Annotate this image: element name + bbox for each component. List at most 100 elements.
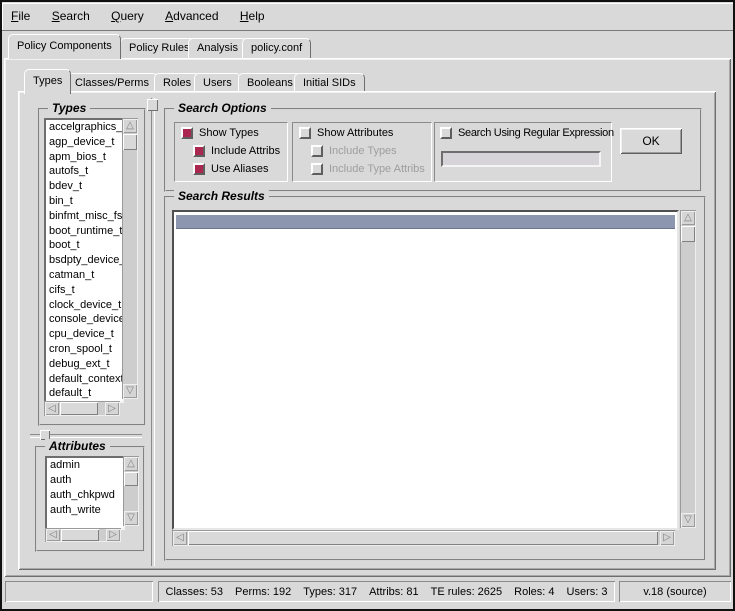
scroll-down-icon[interactable]: ▽: [124, 511, 138, 525]
results-horizontal-scrollbar[interactable]: ◁ ▷: [172, 530, 675, 546]
include-type-attribs-checkbox: Include Type Attribs: [311, 163, 425, 175]
checkbox-checked-icon: [181, 127, 193, 139]
menu-advanced-label: A: [165, 9, 173, 23]
types-list-item[interactable]: console_device: [46, 312, 122, 327]
attributes-horizontal-scrollbar[interactable]: ◁ ▷: [45, 528, 121, 542]
use-aliases-label: Use Aliases: [211, 163, 268, 175]
scrollbar-thumb[interactable]: [188, 531, 658, 545]
include-attribs-checkbox[interactable]: Include Attribs: [193, 145, 280, 157]
menu-search[interactable]: Search: [43, 3, 99, 30]
checkbox-unchecked-icon: [299, 127, 311, 139]
scroll-down-icon[interactable]: ▽: [123, 384, 137, 398]
types-vertical-scrollbar[interactable]: △ ▽: [122, 118, 138, 399]
menu-query-label-rest: uery: [120, 9, 143, 23]
types-list-item[interactable]: debug_ext_t: [46, 357, 122, 372]
show-attributes-checkbox[interactable]: Show Attributes: [299, 127, 393, 139]
scrollbar-thumb[interactable]: [681, 226, 695, 242]
scroll-up-icon[interactable]: △: [123, 119, 137, 133]
menu-help[interactable]: Help: [231, 3, 274, 30]
regex-label: Search Using Regular Expression: [458, 127, 614, 139]
results-selected-line: [176, 215, 675, 228]
scrollbar-thumb[interactable]: [123, 134, 137, 150]
tab-types[interactable]: Types: [24, 69, 71, 94]
scrollbar-thumb[interactable]: [61, 529, 99, 541]
use-aliases-checkbox[interactable]: Use Aliases: [193, 163, 268, 175]
stat-attribs: Attribs: 81: [369, 586, 419, 598]
include-types-label: Include Types: [329, 145, 397, 157]
apol-window: File Search Query Advanced Help Policy C…: [0, 0, 735, 611]
regex-options-box: Search Using Regular Expression: [434, 122, 612, 182]
stat-perms: Perms: 192: [235, 586, 291, 598]
menu-search-label: S: [52, 9, 60, 23]
scroll-left-icon[interactable]: ◁: [46, 529, 60, 541]
show-attributes-options-box: Show Attributes Include Types Include Ty…: [292, 122, 432, 182]
attributes-list-item[interactable]: admin: [47, 458, 123, 473]
tab-policy-rules[interactable]: Policy Rules: [120, 38, 199, 59]
regex-entry: [441, 151, 601, 167]
scrollbar-thumb[interactable]: [60, 402, 98, 415]
sash-handle[interactable]: [147, 99, 158, 111]
attributes-listbox[interactable]: admin auth auth_chkpwd auth_write: [45, 456, 125, 530]
attributes-vertical-scrollbar[interactable]: △ ▽: [123, 456, 139, 526]
include-types-checkbox: Include Types: [311, 145, 397, 157]
menu-help-label-rest: elp: [249, 9, 265, 23]
checkbox-unchecked-icon: [440, 127, 452, 139]
types-list-item[interactable]: catman_t: [46, 268, 122, 283]
tab-analysis[interactable]: Analysis: [188, 38, 247, 59]
show-types-checkbox[interactable]: Show Types: [181, 127, 259, 139]
menu-advanced[interactable]: Advanced: [156, 3, 227, 30]
ok-button[interactable]: OK: [620, 128, 682, 154]
search-results-groupbox: Search Results △ ▽ ◁ ▷: [164, 196, 706, 561]
status-version-panel: v.18 (source): [619, 581, 731, 602]
types-list-item[interactable]: cifs_t: [46, 283, 122, 298]
types-list-item[interactable]: bsdpty_device_: [46, 253, 122, 268]
scroll-left-icon[interactable]: ◁: [173, 531, 187, 545]
scroll-right-icon[interactable]: ▷: [105, 402, 119, 415]
attributes-list-item[interactable]: auth: [47, 473, 123, 488]
types-listbox[interactable]: accelgraphics_e agp_device_t apm_bios_t …: [44, 118, 124, 403]
types-list-item[interactable]: clock_device_t: [46, 298, 122, 313]
stat-roles: Roles: 4: [514, 586, 554, 598]
checkbox-unchecked-icon: [311, 163, 323, 175]
types-list-item[interactable]: boot_t: [46, 238, 122, 253]
types-list-item[interactable]: accelgraphics_e: [46, 120, 122, 135]
types-list-item[interactable]: bdev_t: [46, 179, 122, 194]
scroll-up-icon[interactable]: △: [681, 211, 695, 225]
types-horizontal-scrollbar[interactable]: ◁ ▷: [44, 401, 120, 416]
scroll-left-icon[interactable]: ◁: [45, 402, 59, 415]
menu-query[interactable]: Query: [102, 3, 153, 30]
checkbox-checked-icon: [193, 163, 205, 175]
menu-file-label-rest: ile: [18, 9, 30, 23]
menu-file[interactable]: File: [2, 3, 39, 30]
stat-types: Types: 317: [303, 586, 357, 598]
scroll-up-icon[interactable]: △: [124, 457, 138, 471]
types-list-item[interactable]: boot_runtime_t: [46, 224, 122, 239]
types-list-item[interactable]: agp_device_t: [46, 135, 122, 150]
types-list-item[interactable]: autofs_t: [46, 164, 122, 179]
tab-policy-conf[interactable]: policy.conf: [242, 38, 311, 59]
scroll-right-icon[interactable]: ▷: [106, 529, 120, 541]
scroll-down-icon[interactable]: ▽: [681, 513, 695, 527]
types-list-item[interactable]: binfmt_misc_fs: [46, 209, 122, 224]
types-list-item[interactable]: bin_t: [46, 194, 122, 209]
results-vertical-scrollbar[interactable]: △ ▽: [680, 210, 696, 528]
attributes-list-item[interactable]: auth_chkpwd: [47, 488, 123, 503]
results-text-area[interactable]: [172, 210, 679, 530]
attributes-list-item[interactable]: auth_write: [47, 503, 123, 518]
menubar: File Search Query Advanced Help: [2, 3, 733, 31]
scrollbar-thumb[interactable]: [124, 472, 138, 486]
types-list-item[interactable]: default_context: [46, 372, 122, 387]
scroll-right-icon[interactable]: ▷: [660, 531, 674, 545]
types-group-title: Types: [48, 101, 90, 115]
attributes-groupbox: Attributes admin auth auth_chkpwd auth_w…: [35, 446, 145, 552]
stat-te-rules: TE rules: 2625: [431, 586, 503, 598]
show-types-options-box: Show Types Include Attribs Use Aliases: [174, 122, 288, 182]
types-list-item[interactable]: cpu_device_t: [46, 327, 122, 342]
tab-policy-components[interactable]: Policy Components: [8, 34, 121, 59]
types-list-item[interactable]: cron_spool_t: [46, 342, 122, 357]
vertical-sash[interactable]: [151, 98, 155, 566]
regex-checkbox[interactable]: Search Using Regular Expression: [440, 127, 614, 139]
types-list-item[interactable]: apm_bios_t: [46, 150, 122, 165]
stat-classes: Classes: 53: [166, 586, 223, 598]
types-list-item[interactable]: default_t: [46, 386, 122, 401]
